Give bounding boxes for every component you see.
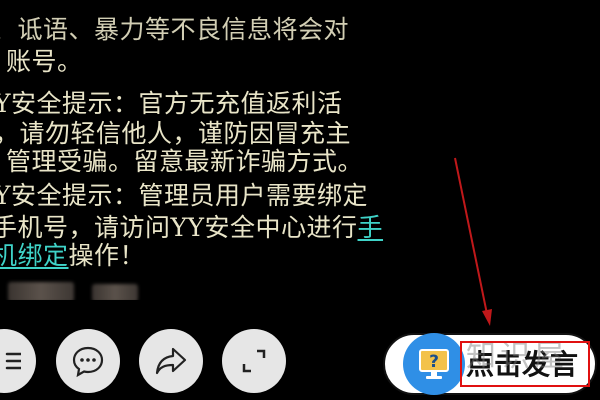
chat-message-area: 、诋语、暴力等不良信息将会对 账号。 Y安全提示：官方无充值返利活 ，请勿轻信他… [0,0,600,300]
chat-message-line: Y安全提示：官方无充值返利活 [0,89,343,118]
chat-message-line: Y安全提示：管理员用户需要绑定 [0,181,369,210]
speak-icon-badge[interactable]: ? [403,333,465,395]
chat-message-line: 、诋语、暴力等不良信息将会对 [0,15,350,44]
chat-message-line: 账号。 [6,47,83,76]
fullscreen-button[interactable] [222,329,286,393]
blurred-username [8,282,74,300]
svg-text:?: ? [429,352,439,372]
chat-message-line: 机绑定操作！ [0,240,145,272]
fullscreen-icon [242,349,266,373]
share-arrow-icon [155,347,187,375]
chat-message-line: 管理受骗。留意最新诈骗方式。 [6,147,364,176]
bind-phone-link[interactable]: 机绑定 [0,241,69,270]
blurred-username [92,284,138,300]
highlight-box [460,341,590,387]
share-button[interactable] [139,329,203,393]
monitor-question-icon: ? [419,349,449,379]
chat-button[interactable] [56,329,120,393]
menu-button[interactable] [0,329,36,393]
bind-phone-link[interactable]: 手 [358,213,384,242]
chat-bubble-icon [72,346,104,378]
menu-icon [5,352,21,370]
